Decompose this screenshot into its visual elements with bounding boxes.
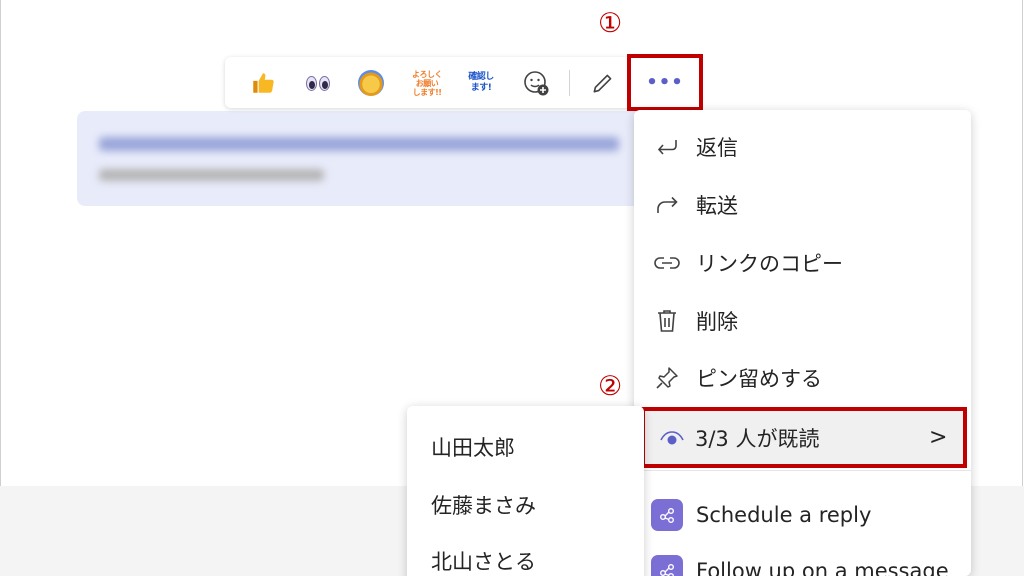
toolbar-divider [569, 70, 570, 96]
chevron-right-icon: > [929, 425, 948, 450]
menu-item-label: Follow up on a message [696, 559, 949, 576]
thumbs-up-icon [253, 73, 274, 93]
menu-item-label: 削除 [696, 310, 738, 334]
thumbs-up-icon[interactable] [247, 67, 279, 99]
reader-name: 佐藤まさみ [431, 494, 536, 518]
annotation-step-1: ① [598, 8, 623, 39]
link-icon [652, 248, 682, 278]
eye-shape [306, 75, 317, 91]
more-options-button[interactable]: ••• [627, 54, 703, 111]
blurred-message-line [99, 137, 619, 151]
menu-item-label: 3/3 人が既読 [695, 426, 820, 451]
read-receipts-row: 3/3 人が既読 > [645, 411, 963, 464]
menu-item-follow-up[interactable]: Follow up on a message [634, 546, 971, 576]
menu-item-reply[interactable]: 返信 [634, 122, 971, 172]
lion-icon-shape [358, 70, 384, 96]
app-icon [651, 555, 683, 576]
message-bubble[interactable] [77, 111, 647, 206]
menu-item-copy-link[interactable]: リンクのコピー [634, 238, 971, 288]
menu-item-label: 返信 [696, 136, 738, 160]
pencil-icon[interactable] [587, 67, 619, 99]
reader-name: 北山さとる [431, 550, 536, 574]
pin-icon [652, 363, 682, 393]
sticker-yoroshiku[interactable]: よろしく お願い します!! [411, 67, 443, 99]
forward-icon [652, 190, 682, 220]
app-icon [651, 499, 683, 531]
read-receipts-popup: 山田太郎 佐藤まさみ 北山さとる [407, 406, 644, 576]
eye-icon [657, 423, 687, 453]
sticker-kakunin-text: 確認し ます! [468, 72, 494, 93]
menu-item-forward[interactable]: 転送 [634, 180, 971, 230]
menu-item-schedule-reply[interactable]: Schedule a reply [634, 490, 971, 540]
annotation-step-2: ② [598, 371, 623, 402]
eyes-icon-shape [306, 75, 330, 91]
trash-icon [652, 306, 682, 336]
menu-item-label: ピン留めする [696, 367, 822, 391]
sticker-yoroshiku-text: よろしく お願い します!! [412, 69, 443, 97]
sticker-kakunin[interactable]: 確認し ます! [465, 67, 497, 99]
reaction-toolbar: よろしく お願い します!! 確認し ます! [225, 57, 695, 108]
reader-name: 山田太郎 [431, 436, 515, 460]
message-context-menu: 返信 転送 リンクのコピー 削除 ピン留めする Schedule a reply [634, 110, 971, 576]
menu-item-label: Schedule a reply [696, 503, 872, 527]
lion-icon[interactable] [355, 67, 387, 99]
menu-divider [634, 470, 971, 471]
menu-item-read-receipts[interactable]: 3/3 人が既読 > [641, 407, 967, 468]
reply-icon [652, 132, 682, 162]
menu-item-pin[interactable]: ピン留めする [634, 353, 971, 403]
add-reaction-icon [524, 71, 549, 96]
menu-item-label: 転送 [696, 194, 738, 218]
add-reaction-icon[interactable] [520, 67, 552, 99]
eye-shape [319, 75, 330, 91]
pencil-icon [593, 74, 612, 93]
blurred-message-line [99, 169, 324, 181]
menu-item-label: リンクのコピー [696, 252, 843, 276]
menu-item-delete[interactable]: 削除 [634, 296, 971, 346]
eyes-icon[interactable] [302, 67, 334, 99]
more-icon: ••• [646, 72, 684, 93]
